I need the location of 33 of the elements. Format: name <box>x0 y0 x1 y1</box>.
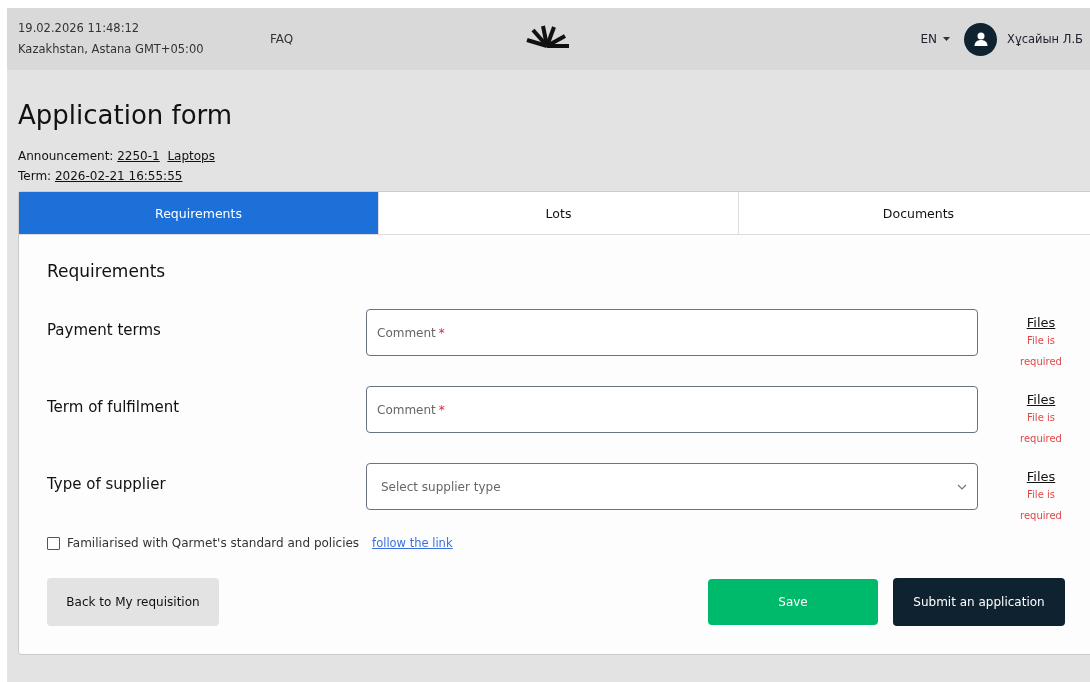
language-selector[interactable]: EN <box>920 32 950 46</box>
files-link[interactable]: Files <box>1026 392 1056 407</box>
checkbox[interactable] <box>47 536 60 550</box>
requirement-label: Term of fulfilment <box>47 397 181 416</box>
avatar-icon[interactable] <box>964 22 997 56</box>
policy-link[interactable]: follow the link <box>372 536 453 550</box>
submit-button[interactable]: Submit an application <box>893 578 1065 626</box>
announcement-number-link[interactable]: 2250-1 <box>117 149 160 163</box>
announcement-label: Announcement: <box>18 149 114 163</box>
timezone: Kazakhstan, Astana GMT+05:00 <box>18 41 205 58</box>
caret-icon <box>943 37 950 41</box>
files-link[interactable]: Files <box>1026 315 1056 330</box>
back-button[interactable]: Back to My requisition <box>47 578 219 626</box>
announcement-name-link[interactable]: Laptops <box>167 149 215 163</box>
current-datetime: 19.02.2026 11:48:12 <box>18 20 141 37</box>
error-message: File is required <box>1019 488 1063 523</box>
faq-link[interactable]: FAQ <box>270 32 294 46</box>
chevron-icon <box>957 483 967 490</box>
error-message: File is required <box>1019 334 1063 369</box>
error-message: File is required <box>1019 411 1063 446</box>
requirement-label: Type of supplier <box>47 474 167 493</box>
comment-field[interactable]: Comment * <box>366 309 978 356</box>
requirement-label: Payment terms <box>47 320 162 339</box>
term-link[interactable]: 2026-02-21 16:55:55 <box>54 169 183 183</box>
tab[interactable]: Requirements <box>19 192 379 234</box>
comment-field[interactable]: Comment * <box>366 386 978 433</box>
supplier-type-dropdown[interactable]: Select supplier type <box>366 463 978 510</box>
user-name[interactable]: Хұсайын Л.Б <box>1007 32 1090 46</box>
checkbox-label: Familiarised with Qarmet's standard and policies <box>67 536 360 550</box>
section-title: Requirements <box>47 261 167 281</box>
page-title: Application form <box>18 100 234 130</box>
term-label: Term: <box>18 169 52 183</box>
files-link[interactable]: Files <box>1026 469 1056 484</box>
